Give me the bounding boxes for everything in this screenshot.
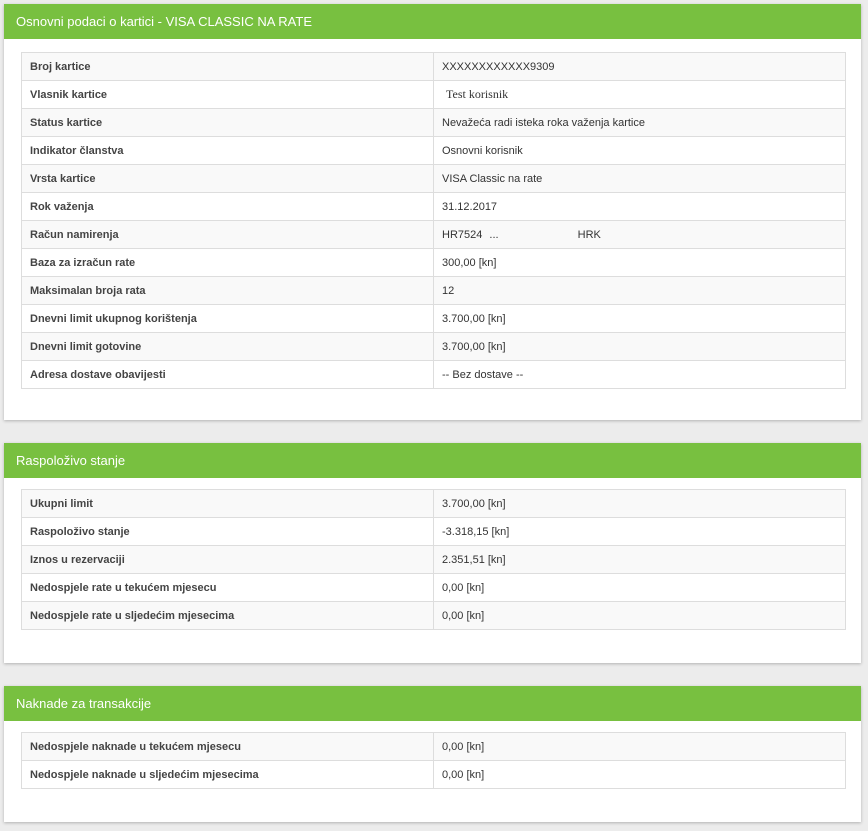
- settlement-account-value: HR7524 ... HRK: [433, 220, 846, 249]
- table-row: Dnevni limit ukupnog korištenja 3.700,00…: [21, 304, 846, 333]
- row-label: Baza za izračun rate: [21, 248, 434, 277]
- fees-panel: Naknade za transakcije Nedospjele naknad…: [4, 686, 861, 822]
- account-currency: HRK: [577, 228, 601, 241]
- fees-table: Nedospjele naknade u tekućem mjesecu 0,0…: [21, 732, 846, 789]
- row-label: Adresa dostave obavijesti: [21, 360, 434, 389]
- card-owner-value: Test korisnik: [433, 80, 846, 109]
- table-row: Nedospjele rate u sljedećim mjesecima 0,…: [21, 601, 846, 630]
- available-balance-value: -3.318,15 [kn]: [433, 517, 846, 546]
- row-label: Račun namirenja: [21, 220, 434, 249]
- daily-total-limit-value: 3.700,00 [kn]: [433, 304, 846, 333]
- row-label: Rok važenja: [21, 192, 434, 221]
- table-row: Vlasnik kartice Test korisnik: [21, 80, 846, 109]
- row-label: Nedospjele rate u tekućem mjesecu: [21, 573, 434, 602]
- card-status-value: Nevažeća radi isteka roka važenja kartic…: [433, 108, 846, 137]
- fees-next-months-value: 0,00 [kn]: [433, 760, 846, 789]
- due-next-months-value: 0,00 [kn]: [433, 601, 846, 630]
- card-owner-text: Test korisnik: [446, 87, 509, 101]
- row-label: Vrsta kartice: [21, 164, 434, 193]
- total-limit-value: 3.700,00 [kn]: [433, 489, 846, 518]
- table-row: Indikator članstva Osnovni korisnik: [21, 136, 846, 165]
- expiry-value: 31.12.2017: [433, 192, 846, 221]
- table-row: Dnevni limit gotovine 3.700,00 [kn]: [21, 332, 846, 361]
- card-number-value: XXXXXXXXXXXX9309: [433, 52, 846, 81]
- row-label: Dnevni limit ukupnog korištenja: [21, 304, 434, 333]
- due-current-month-value: 0,00 [kn]: [433, 573, 846, 602]
- account-prefix: HR7524: [442, 228, 483, 241]
- fees-current-month-value: 0,00 [kn]: [433, 732, 846, 761]
- row-label: Status kartice: [21, 108, 434, 137]
- table-row: Status kartice Nevažeća radi isteka roka…: [21, 108, 846, 137]
- balance-panel: Raspoloživo stanje Ukupni limit 3.700,00…: [4, 443, 861, 663]
- row-label: Dnevni limit gotovine: [21, 332, 434, 361]
- table-row: Nedospjele rate u tekućem mjesecu 0,00 […: [21, 573, 846, 602]
- row-label: Nedospjele rate u sljedećim mjesecima: [21, 601, 434, 630]
- table-row: Broj kartice XXXXXXXXXXXX9309: [21, 52, 846, 81]
- table-row: Rok važenja 31.12.2017: [21, 192, 846, 221]
- row-label: Broj kartice: [21, 52, 434, 81]
- daily-cash-limit-value: 3.700,00 [kn]: [433, 332, 846, 361]
- table-row: Raspoloživo stanje -3.318,15 [kn]: [21, 517, 846, 546]
- card-info-table: Broj kartice XXXXXXXXXXXX9309 Vlasnik ka…: [21, 52, 846, 389]
- table-row: Račun namirenja HR7524 ... HRK: [21, 220, 846, 249]
- table-row: Maksimalan broja rata 12: [21, 276, 846, 305]
- table-row: Vrsta kartice VISA Classic na rate: [21, 164, 846, 193]
- balance-title: Raspoloživo stanje: [4, 443, 861, 478]
- account-masked: ...: [489, 228, 499, 241]
- max-installments-value: 12: [433, 276, 846, 305]
- row-label: Vlasnik kartice: [21, 80, 434, 109]
- table-row: Iznos u rezervaciji 2.351,51 [kn]: [21, 545, 846, 574]
- card-info-title: Osnovni podaci o kartici - VISA CLASSIC …: [4, 4, 861, 39]
- fees-title: Naknade za transakcije: [4, 686, 861, 721]
- reserved-amount-value: 2.351,51 [kn]: [433, 545, 846, 574]
- row-label: Indikator članstva: [21, 136, 434, 165]
- table-row: Nedospjele naknade u sljedećim mjesecima…: [21, 760, 846, 789]
- table-row: Nedospjele naknade u tekućem mjesecu 0,0…: [21, 732, 846, 761]
- table-row: Ukupni limit 3.700,00 [kn]: [21, 489, 846, 518]
- row-label: Nedospjele naknade u tekućem mjesecu: [21, 732, 434, 761]
- row-label: Raspoloživo stanje: [21, 517, 434, 546]
- row-label: Iznos u rezervaciji: [21, 545, 434, 574]
- row-label: Maksimalan broja rata: [21, 276, 434, 305]
- notice-address-value: -- Bez dostave --: [433, 360, 846, 389]
- card-type-value: VISA Classic na rate: [433, 164, 846, 193]
- membership-value: Osnovni korisnik: [433, 136, 846, 165]
- row-label: Nedospjele naknade u sljedećim mjesecima: [21, 760, 434, 789]
- table-row: Baza za izračun rate 300,00 [kn]: [21, 248, 846, 277]
- balance-table: Ukupni limit 3.700,00 [kn] Raspoloživo s…: [21, 489, 846, 630]
- row-label: Ukupni limit: [21, 489, 434, 518]
- card-info-panel: Osnovni podaci o kartici - VISA CLASSIC …: [4, 4, 861, 420]
- installment-base-value: 300,00 [kn]: [433, 248, 846, 277]
- table-row: Adresa dostave obavijesti -- Bez dostave…: [21, 360, 846, 389]
